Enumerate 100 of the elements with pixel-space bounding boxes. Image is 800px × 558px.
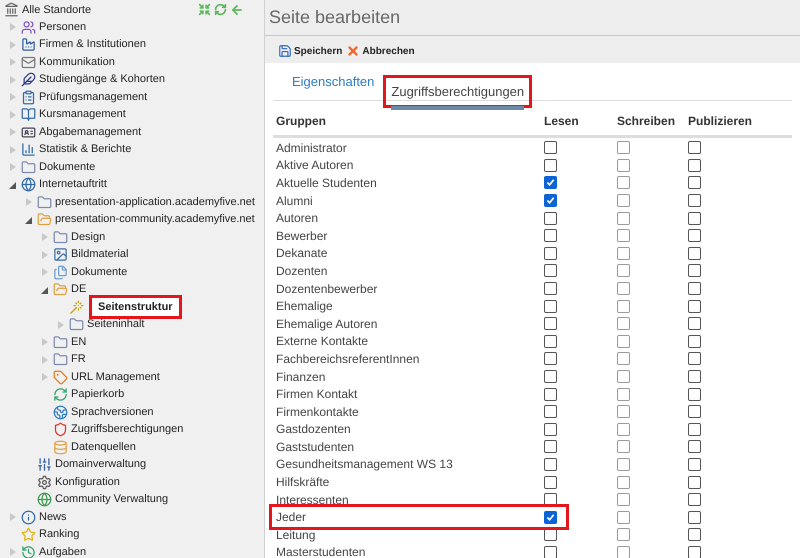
checkbox[interactable] [688, 300, 701, 313]
checkbox[interactable] [544, 334, 557, 348]
checkbox[interactable] [544, 440, 557, 454]
tree-item[interactable]: Firmen & Institutionen [39, 36, 146, 54]
checkbox[interactable] [688, 388, 701, 401]
checkbox[interactable] [617, 352, 630, 366]
checkbox[interactable] [617, 246, 630, 260]
checkbox[interactable] [688, 476, 701, 489]
checkbox[interactable] [544, 282, 557, 296]
tree-item[interactable]: Prüfungsmanagement [39, 88, 148, 106]
checkbox[interactable] [688, 493, 701, 506]
checkbox[interactable] [617, 212, 630, 225]
tree-item[interactable]: Personen [39, 18, 86, 36]
tree-item[interactable]: Aufgaben [39, 544, 86, 558]
checkbox[interactable] [544, 352, 557, 366]
checkbox[interactable] [544, 422, 557, 436]
checkbox[interactable] [617, 141, 630, 154]
checkbox[interactable] [617, 229, 630, 242]
tree-item[interactable]: Dokumente [39, 158, 96, 176]
expanded-caret-icon[interactable] [24, 214, 32, 225]
checkbox[interactable] [617, 422, 630, 436]
checkbox[interactable] [544, 510, 557, 524]
checkbox[interactable] [617, 194, 630, 208]
tree-item[interactable]: Seitenstruktur [89, 295, 182, 320]
checkbox[interactable] [544, 458, 557, 471]
tree-item[interactable]: Dokumente [71, 264, 128, 281]
checkbox[interactable] [688, 440, 701, 454]
checkbox[interactable] [688, 458, 701, 471]
checkbox[interactable] [544, 264, 557, 278]
tree-item[interactable]: Domainverwaltung [55, 456, 146, 474]
checkbox[interactable] [688, 546, 701, 558]
checkbox[interactable] [544, 229, 557, 242]
checkbox[interactable] [617, 158, 630, 172]
checkbox[interactable] [617, 282, 630, 296]
tree-item[interactable]: Abgabemanagement [39, 124, 142, 141]
checkbox[interactable] [688, 264, 701, 278]
checkbox[interactable] [688, 422, 701, 436]
expanded-caret-icon[interactable] [8, 180, 16, 190]
checkbox[interactable] [544, 405, 557, 418]
tree-item[interactable]: Studiengänge & Kohorten [39, 71, 165, 88]
checkbox[interactable] [617, 370, 630, 384]
checkbox[interactable] [617, 300, 630, 313]
tree-item[interactable]: Kursmanagement [39, 106, 126, 124]
checkbox[interactable] [688, 370, 701, 384]
checkbox[interactable] [688, 229, 701, 242]
tree-item[interactable]: URL Management [71, 368, 160, 386]
checkbox[interactable] [688, 194, 701, 208]
tree-item[interactable]: Statistik & Berichte [39, 141, 132, 158]
tree-item[interactable]: Kommunikation [39, 54, 115, 71]
tree-item[interactable]: Zugriffsberechtigungen [71, 421, 184, 438]
checkbox[interactable] [544, 370, 557, 384]
checkbox[interactable] [688, 405, 701, 418]
checkbox[interactable] [617, 476, 630, 489]
tree-item[interactable]: Papierkorb [71, 386, 124, 404]
checkbox[interactable] [544, 158, 557, 172]
checkbox[interactable] [544, 317, 557, 330]
checkbox[interactable] [617, 388, 630, 401]
checkbox[interactable] [617, 334, 630, 348]
tree-item[interactable]: Konfiguration [55, 474, 120, 491]
checkbox[interactable] [688, 212, 701, 225]
checkbox[interactable] [617, 176, 630, 190]
checkbox[interactable] [688, 158, 701, 172]
checkbox[interactable] [617, 546, 630, 558]
checkbox[interactable] [617, 405, 630, 418]
checkbox[interactable] [544, 141, 557, 154]
tree-item[interactable]: Internetauftritt [39, 176, 107, 194]
toolbar-button[interactable]: Speichern [278, 44, 342, 58]
tree-item[interactable]: presentation-community.academyfive.net [55, 211, 255, 228]
checkbox[interactable] [688, 528, 701, 542]
expanded-caret-icon[interactable] [40, 284, 48, 295]
checkbox[interactable] [688, 141, 701, 154]
checkbox[interactable] [617, 317, 630, 330]
checkbox[interactable] [544, 546, 557, 558]
tab[interactable]: Zugriffsberechtigungen [383, 75, 532, 108]
tree-item[interactable]: FR [71, 351, 86, 368]
checkbox[interactable] [688, 334, 701, 348]
checkbox[interactable] [617, 458, 630, 471]
checkbox[interactable] [617, 528, 630, 542]
checkbox[interactable] [544, 176, 557, 190]
tree-item[interactable]: News [39, 508, 67, 526]
checkbox[interactable] [688, 352, 701, 366]
tree-item[interactable]: Datenquellen [71, 438, 136, 456]
checkbox[interactable] [617, 493, 630, 506]
tree-item[interactable]: EN [71, 334, 86, 351]
checkbox[interactable] [688, 510, 701, 524]
tab[interactable]: Eigenschaften [287, 72, 380, 100]
checkbox[interactable] [544, 300, 557, 313]
checkbox[interactable] [688, 282, 701, 296]
checkbox[interactable] [544, 246, 557, 260]
checkbox[interactable] [544, 476, 557, 489]
checkbox[interactable] [544, 194, 557, 208]
checkbox[interactable] [544, 388, 557, 401]
toolbar-button[interactable]: Abbrechen [346, 44, 415, 58]
tree-item[interactable]: Ranking [39, 526, 80, 544]
checkbox[interactable] [688, 317, 701, 330]
tree-item[interactable]: DE [71, 281, 86, 298]
checkbox[interactable] [688, 246, 701, 260]
tree-item[interactable]: Alle Standorte [22, 2, 92, 18]
checkbox[interactable] [617, 440, 630, 454]
tree-item[interactable]: Sprachversionen [71, 404, 154, 421]
